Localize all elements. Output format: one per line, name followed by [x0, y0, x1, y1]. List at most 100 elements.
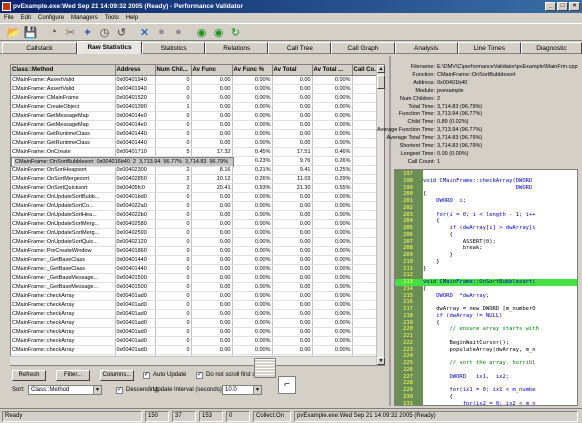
- tab-callstack[interactable]: Callstack: [2, 42, 77, 54]
- interval-select[interactable]: 10.0 ▼: [222, 385, 262, 395]
- column-header[interactable]: Num Chil...: [155, 65, 192, 76]
- close-button[interactable]: ×: [569, 2, 580, 11]
- scroll-down-button[interactable]: ▼: [377, 357, 385, 365]
- table-cell: 0.00%: [312, 291, 353, 301]
- table-row[interactable]: CMainFrame::OnSortMergesort 0x00402850 2 10…: [11, 174, 384, 184]
- table-row[interactable]: CMainFrame::GetMessageMap 0x004014e0 0 0.00…: [11, 111, 384, 121]
- table-row[interactable]: CMainFrame::checkArray0x00401ad000.000.0…: [11, 291, 384, 301]
- tab-diagnostic[interactable]: Diagnostic: [520, 42, 582, 54]
- column-header[interactable]: Address: [115, 65, 156, 76]
- menu-configure[interactable]: Configure: [38, 13, 64, 23]
- sort-select[interactable]: Class::Method ▼: [28, 385, 102, 395]
- table-row[interactable]: CMainFrame::GetRuntimeClass 0x00401440 0 0.…: [11, 129, 384, 139]
- table-row[interactable]: CMainFrame::checkArray0x00401ad000.000.0…: [11, 300, 384, 310]
- tools-icon[interactable]: ✂: [63, 25, 78, 40]
- table-row[interactable]: CMainFrame::checkArray0x00401ad000.000.0…: [11, 345, 384, 355]
- table-row[interactable]: CMainFrame::checkArray0x00401ad000.000.0…: [11, 336, 384, 346]
- table-row[interactable]: CMainFrame::OnUpdateSortQuic... 0x0040212…: [11, 237, 384, 247]
- menu-tools[interactable]: Tools: [105, 13, 119, 23]
- grid-controls: Refresh Filter... Columns... ✓ Auto Upda…: [8, 358, 388, 404]
- table-cell: 0: [155, 345, 192, 355]
- columns-button[interactable]: Columns...: [100, 370, 134, 381]
- table-row[interactable]: CMainFrame::AssertValid 0x00401940 0 0.00 0.…: [11, 84, 384, 94]
- table-row[interactable]: CMainFrame::CreateObject 0x00401390 1 0.00 0…: [11, 102, 384, 112]
- tab-call-tree[interactable]: Call Tree: [268, 42, 332, 54]
- table-row[interactable]: CMainFrame::OnUpdateSortMerg... 0x0040259…: [11, 228, 384, 238]
- layout-toggle-icon[interactable]: ⌐: [278, 376, 296, 394]
- table-row[interactable]: CMainFrame::_GetBaseMessage... 0x00401500…: [11, 282, 384, 292]
- splitter[interactable]: [389, 56, 391, 406]
- no-scroll-checkbox[interactable]: ✓: [196, 372, 203, 379]
- auto-update-checkbox[interactable]: ✓: [143, 372, 150, 379]
- table-row[interactable]: CMainFrame::checkArray0x00401ad000.000.0…: [11, 327, 384, 337]
- table-row[interactable]: CMainFrame::_GetBaseClass 0x00401440 0 0.00…: [11, 255, 384, 265]
- grid-layout-icon[interactable]: [254, 358, 276, 378]
- vertical-scrollbar[interactable]: ▲ ▼: [376, 65, 385, 365]
- table-row[interactable]: CMainFrame::OnUpdateSortMerg... 0x0040258…: [11, 219, 384, 229]
- table-row[interactable]: CMainFrame::CMainFrame 0x00401520 0 0.00 0.0…: [11, 93, 384, 103]
- refresh-button[interactable]: Refresh: [12, 370, 46, 381]
- table-cell: 0.00: [272, 210, 313, 220]
- column-header[interactable]: Av Total: [272, 65, 313, 76]
- gray-circle-icon[interactable]: ●: [154, 25, 169, 40]
- wand-icon[interactable]: ✦: [80, 25, 95, 40]
- filter-button[interactable]: Filter...: [56, 370, 90, 381]
- minimize-button[interactable]: _: [545, 2, 556, 11]
- table-row[interactable]: CMainFrame::GetRuntimeClass 0x00401440 0 0.…: [11, 138, 384, 148]
- line-number: 206: [403, 231, 413, 238]
- tab-line-times[interactable]: Line Times: [457, 42, 521, 54]
- rewind-icon[interactable]: ◉: [194, 25, 209, 40]
- open-folder-icon[interactable]: 📂: [6, 25, 21, 40]
- menu-managers[interactable]: Managers: [71, 13, 98, 23]
- table-row[interactable]: CMainFrame::OnCreate 0x00401710 5 17.32 0.45…: [11, 147, 384, 157]
- tab-raw-statistics[interactable]: Raw Statistics: [76, 41, 143, 54]
- horizontal-scrollbar[interactable]: [10, 356, 376, 365]
- table-row[interactable]: CMainFrame::OnSortQuicksort 0x00405fc0 2 20…: [11, 183, 384, 193]
- table-cell: 0x004014e0: [115, 111, 156, 121]
- column-header[interactable]: Class::Method: [11, 65, 116, 76]
- info-row: Average Total Time: 3,714.83 (96.79%): [387, 135, 578, 143]
- descending-checkbox[interactable]: ✓: [116, 387, 123, 394]
- gray-circle-icon[interactable]: ●: [171, 25, 186, 40]
- table-cell: 21.30: [272, 183, 313, 193]
- table-row[interactable]: CMainFrame::GetMessageMap 0x004014e0 0 0.00…: [11, 120, 384, 130]
- table-cell: 0.00: [191, 192, 233, 202]
- column-header[interactable]: Av Total ...: [312, 65, 353, 76]
- tab-statistics[interactable]: Statistics: [142, 42, 206, 54]
- code-text: DWORD i;: [423, 198, 467, 204]
- stopwatch-icon[interactable]: ◷: [97, 25, 112, 40]
- table-cell: 0x00401940: [115, 75, 156, 85]
- table-row[interactable]: CMainFrame::_GetBaseMessage... 0x00401500…: [11, 273, 384, 283]
- go-icon[interactable]: ◉: [211, 25, 226, 40]
- line-number: 208: [403, 245, 413, 252]
- column-header[interactable]: Av Func: [191, 65, 233, 76]
- code-line: 212: [395, 272, 577, 279]
- tab-call-graph[interactable]: Call Graph: [331, 42, 395, 54]
- table-row[interactable]: CMainFrame::_GetBaseClass 0x00401440 0 0.00…: [11, 264, 384, 274]
- scroll-thumb[interactable]: [377, 75, 385, 89]
- table-row[interactable]: CMainFrame::AssertValid 0x00401940 0 0.00 0.…: [11, 75, 384, 85]
- maximize-button[interactable]: □: [557, 2, 568, 11]
- menu-file[interactable]: File: [4, 13, 14, 23]
- table-row[interactable]: CMainFrame::OnUpdateSortHea... 0x004022b0…: [11, 210, 384, 220]
- table-row[interactable]: CMainFrame::PreCreateWindow 0x00401860 0 0.…: [11, 246, 384, 256]
- table-row[interactable]: CMainFrame::checkArray0x00401ad000.000.0…: [11, 318, 384, 328]
- table-row[interactable]: CMainFrame::OnUpdateSortBubb... 0x00401bd…: [11, 192, 384, 202]
- save-icon[interactable]: 💾: [23, 25, 38, 40]
- scroll-up-button[interactable]: ▲: [377, 65, 385, 73]
- menu-edit[interactable]: Edit: [21, 13, 31, 23]
- table-cell: 0.00%: [232, 318, 273, 328]
- tab-relations[interactable]: Relations: [205, 42, 269, 54]
- table-row[interactable]: CMainFrame::OnSortBubblesort 0x004016b40 2…: [11, 156, 235, 167]
- column-header[interactable]: Av Func %: [232, 65, 273, 76]
- refresh-icon[interactable]: ↻: [228, 25, 243, 40]
- menu-help[interactable]: Help: [126, 13, 138, 23]
- code-text: {: [423, 393, 453, 400]
- clock-icon[interactable]: ◔: [46, 25, 61, 40]
- table-cell: 0.00%: [312, 300, 353, 310]
- table-row[interactable]: CMainFrame::OnUpdateSortCo... 0x004022a0 0…: [11, 201, 384, 211]
- scissors-icon[interactable]: ✕: [137, 25, 152, 40]
- undo-clock-icon[interactable]: ↺: [114, 25, 129, 40]
- table-row[interactable]: CMainFrame::checkArray0x00401ad000.000.0…: [11, 309, 384, 319]
- tab-analysis[interactable]: Analysis: [394, 42, 458, 54]
